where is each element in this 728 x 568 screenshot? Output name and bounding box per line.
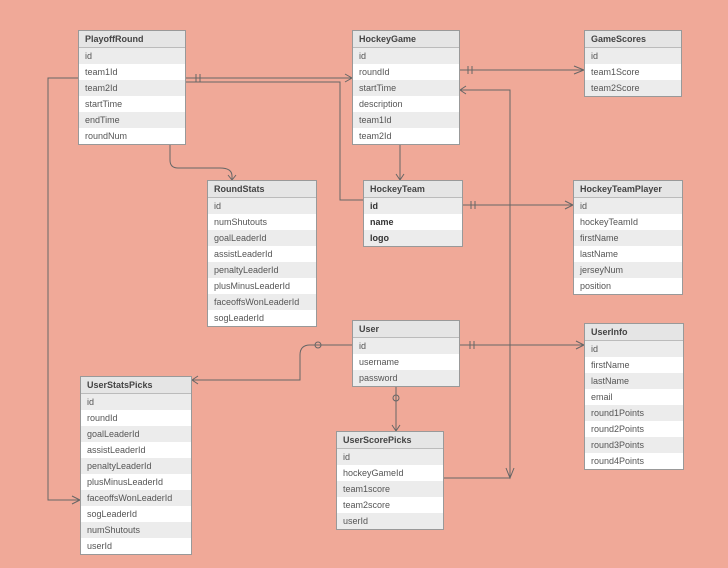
entity-attr: firstName: [574, 230, 682, 246]
entity-title: UserInfo: [585, 324, 683, 341]
entity-attr: round1Points: [585, 405, 683, 421]
entity-attr: username: [353, 354, 459, 370]
entity-attr: plusMinusLeaderId: [81, 474, 191, 490]
entity-title: User: [353, 321, 459, 338]
entity-attr: plusMinusLeaderId: [208, 278, 316, 294]
entity-attr: hockeyGameId: [337, 465, 443, 481]
entity-attr: id: [81, 394, 191, 410]
entity-attr: id: [364, 198, 462, 214]
entity-hockeygame[interactable]: HockeyGameidroundIdstartTimedescriptiont…: [352, 30, 460, 145]
entity-attr: team2Id: [79, 80, 185, 96]
entity-attr: id: [353, 48, 459, 64]
entity-attr: roundId: [353, 64, 459, 80]
entity-attr: id: [337, 449, 443, 465]
entity-attr: startTime: [353, 80, 459, 96]
entity-attrs: idteam1Idteam2IdstartTimeendTimeroundNum: [79, 48, 185, 144]
entity-attr: id: [208, 198, 316, 214]
entity-attrs: idfirstNamelastNameemailround1Pointsroun…: [585, 341, 683, 469]
entity-userinfo[interactable]: UserInfoidfirstNamelastNameemailround1Po…: [584, 323, 684, 470]
entity-attr: id: [574, 198, 682, 214]
entity-attr: lastName: [585, 373, 683, 389]
entity-userscorepicks[interactable]: UserScorePicksidhockeyGameIdteam1scorete…: [336, 431, 444, 530]
entity-user[interactable]: Useridusernamepassword: [352, 320, 460, 387]
edge-user-userstatspicks: [192, 345, 352, 380]
entity-title: RoundStats: [208, 181, 316, 198]
entity-attrs: idroundIdgoalLeaderIdassistLeaderIdpenal…: [81, 394, 191, 554]
entity-attr: id: [585, 48, 681, 64]
entity-attr: sogLeaderId: [81, 506, 191, 522]
entity-title: HockeyGame: [353, 31, 459, 48]
entity-hockeyteamplayer[interactable]: HockeyTeamPlayeridhockeyTeamIdfirstNamel…: [573, 180, 683, 295]
entity-attr: roundNum: [79, 128, 185, 144]
entity-attr: assistLeaderId: [208, 246, 316, 262]
entity-attr: faceoffsWonLeaderId: [81, 490, 191, 506]
entity-attr: id: [353, 338, 459, 354]
entity-playoffround[interactable]: PlayoffRoundidteam1Idteam2IdstartTimeend…: [78, 30, 186, 145]
entity-attr: team2Id: [353, 128, 459, 144]
entity-attr: team1Score: [585, 64, 681, 80]
entity-attr: assistLeaderId: [81, 442, 191, 458]
entity-title: HockeyTeamPlayer: [574, 181, 682, 198]
entity-attr: id: [585, 341, 683, 357]
entity-attr: description: [353, 96, 459, 112]
entity-attr: email: [585, 389, 683, 405]
entity-attr: numShutouts: [81, 522, 191, 538]
entity-attrs: idhockeyGameIdteam1scoreteam2scoreuserId: [337, 449, 443, 529]
entity-roundstats[interactable]: RoundStatsidnumShutoutsgoalLeaderIdassis…: [207, 180, 317, 327]
edge-userscorepicks-hockeygame: [444, 90, 510, 478]
entity-attr: goalLeaderId: [208, 230, 316, 246]
entity-attrs: idusernamepassword: [353, 338, 459, 386]
entity-attr: endTime: [79, 112, 185, 128]
entity-gamescores[interactable]: GameScoresidteam1Scoreteam2Score: [584, 30, 682, 97]
entity-attr: numShutouts: [208, 214, 316, 230]
entity-attr: hockeyTeamId: [574, 214, 682, 230]
entity-title: GameScores: [585, 31, 681, 48]
entity-userstatspicks[interactable]: UserStatsPicksidroundIdgoalLeaderIdassis…: [80, 376, 192, 555]
entity-attr: startTime: [79, 96, 185, 112]
entity-attr: faceoffsWonLeaderId: [208, 294, 316, 310]
entity-attr: firstName: [585, 357, 683, 373]
entity-attrs: idnumShutoutsgoalLeaderIdassistLeaderIdp…: [208, 198, 316, 326]
entity-attrs: idnamelogo: [364, 198, 462, 246]
entity-attr: round4Points: [585, 453, 683, 469]
entity-attr: roundId: [81, 410, 191, 426]
entity-attr: round2Points: [585, 421, 683, 437]
entity-attr: position: [574, 278, 682, 294]
entity-attr: team1score: [337, 481, 443, 497]
entity-attr: team1Id: [79, 64, 185, 80]
entity-attr: jerseyNum: [574, 262, 682, 278]
entity-attrs: idroundIdstartTimedescriptionteam1Idteam…: [353, 48, 459, 144]
entity-attr: name: [364, 214, 462, 230]
entity-attr: penaltyLeaderId: [81, 458, 191, 474]
entity-attrs: idteam1Scoreteam2Score: [585, 48, 681, 96]
entity-hockeyteam[interactable]: HockeyTeamidnamelogo: [363, 180, 463, 247]
entity-attr: lastName: [574, 246, 682, 262]
entity-attrs: idhockeyTeamIdfirstNamelastNamejerseyNum…: [574, 198, 682, 294]
entity-title: UserStatsPicks: [81, 377, 191, 394]
entity-title: UserScorePicks: [337, 432, 443, 449]
entity-attr: penaltyLeaderId: [208, 262, 316, 278]
entity-title: HockeyTeam: [364, 181, 462, 198]
entity-attr: team2Score: [585, 80, 681, 96]
entity-title: PlayoffRound: [79, 31, 185, 48]
entity-attr: password: [353, 370, 459, 386]
edge-playoffround-userstatspicks: [48, 78, 80, 500]
entity-attr: userId: [81, 538, 191, 554]
entity-attr: goalLeaderId: [81, 426, 191, 442]
entity-attr: team1Id: [353, 112, 459, 128]
entity-attr: round3Points: [585, 437, 683, 453]
er-diagram-canvas: { "diagram_type": "entity-relationship",…: [0, 0, 728, 568]
entity-attr: userId: [337, 513, 443, 529]
entity-attr: id: [79, 48, 185, 64]
entity-attr: logo: [364, 230, 462, 246]
entity-attr: team2score: [337, 497, 443, 513]
entity-attr: sogLeaderId: [208, 310, 316, 326]
